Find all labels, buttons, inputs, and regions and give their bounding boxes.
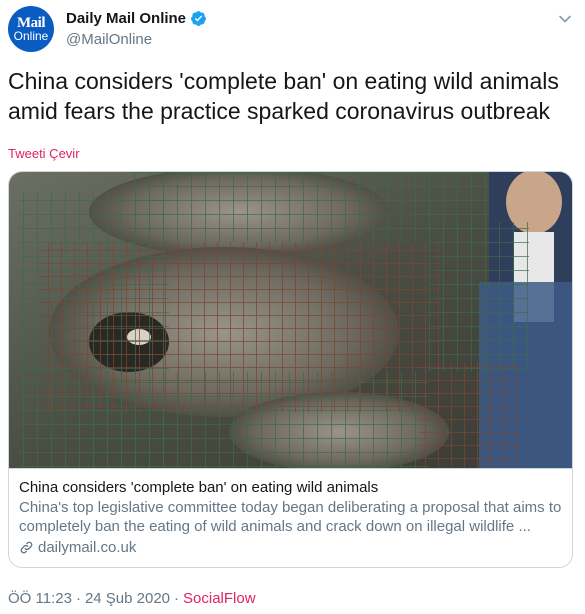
- meta-separator: ·: [174, 590, 180, 607]
- card-description: China's top legislative committee today …: [19, 499, 562, 535]
- chevron-down-icon[interactable]: [558, 12, 572, 26]
- card-title: China considers 'complete ban' on eating…: [19, 479, 379, 496]
- display-name[interactable]: Daily Mail Online: [66, 10, 186, 27]
- translate-tweet-link[interactable]: Tweeti Çevir: [8, 146, 80, 161]
- avatar-logo-text: Mail: [17, 14, 46, 31]
- link-card[interactable]: China considers 'complete ban' on eating…: [8, 171, 573, 568]
- tweet-meta: ÖÖ 11:23 · 24 Şub 2020 · SocialFlow: [8, 590, 256, 607]
- tweet-source-link[interactable]: SocialFlow: [183, 590, 256, 607]
- tweet-time[interactable]: ÖÖ 11:23: [8, 590, 72, 607]
- user-handle[interactable]: @MailOnline: [66, 31, 152, 48]
- verified-badge-icon: [191, 11, 206, 26]
- card-domain-row: dailymail.co.uk: [19, 539, 562, 556]
- card-domain: dailymail.co.uk: [38, 539, 137, 556]
- tweet-text: China considers 'complete ban' on eating…: [8, 68, 559, 124]
- tweet: Mail Online Daily Mail Online @MailOnlin…: [0, 0, 585, 614]
- link-icon: [20, 541, 33, 554]
- card-image[interactable]: [9, 172, 573, 468]
- avatar-logo-subtext: Online: [13, 28, 49, 43]
- tweet-date[interactable]: 24 Şub 2020: [85, 590, 170, 607]
- card-body[interactable]: China considers 'complete ban' on eating…: [9, 468, 572, 567]
- name-row: Daily Mail Online: [66, 10, 207, 27]
- avatar[interactable]: Mail Online: [8, 6, 54, 52]
- meta-separator: ·: [75, 590, 81, 607]
